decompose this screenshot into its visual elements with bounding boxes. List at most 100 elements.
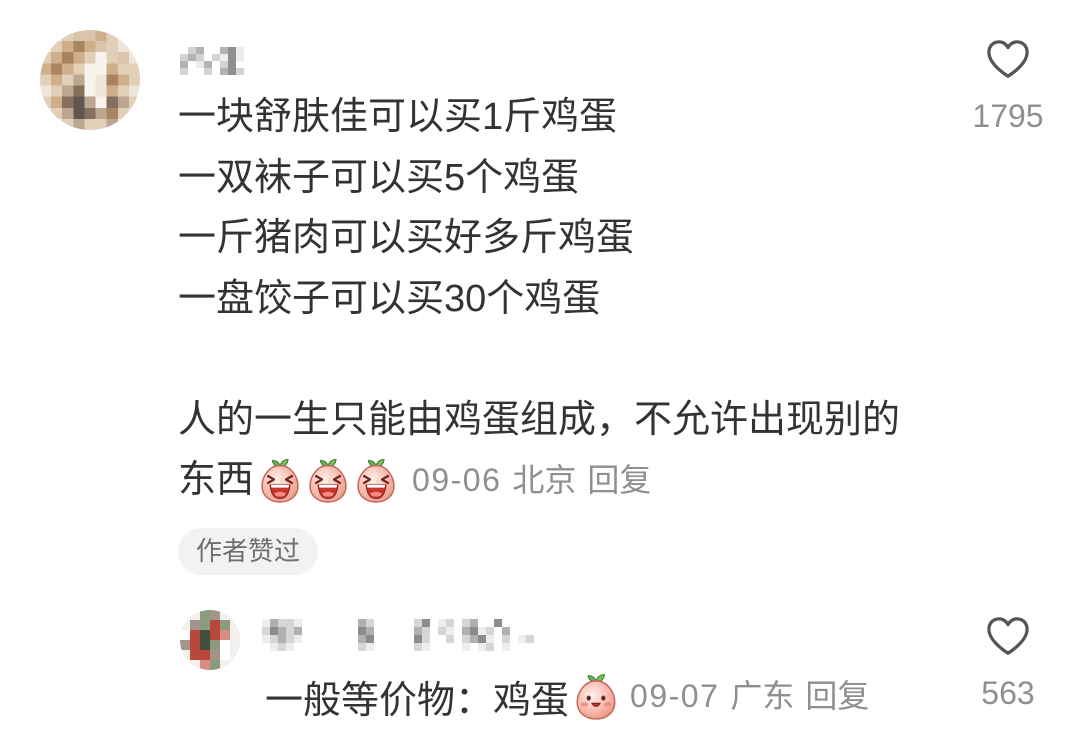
mosaic-pixel xyxy=(470,635,479,644)
mosaic-pixel xyxy=(210,660,221,670)
mosaic-pixel xyxy=(200,640,211,651)
mosaic-pixel xyxy=(128,63,140,75)
replier-username[interactable] xyxy=(262,619,534,651)
mosaic-pixel xyxy=(106,85,118,97)
reply-body[interactable]: 一般等价物：鸡蛋 09-07 广东 回复 xyxy=(265,666,869,726)
mosaic-pixel xyxy=(502,643,511,651)
mosaic-pixel xyxy=(73,96,85,108)
mosaic-pixel xyxy=(478,643,487,651)
comment-date: 09-06 xyxy=(412,462,502,499)
like-button[interactable]: 563 xyxy=(960,615,1056,711)
mosaic-pixel xyxy=(478,627,487,636)
mosaic-pixel xyxy=(106,52,118,64)
mosaic-pixel xyxy=(95,41,107,53)
mosaic-pixel xyxy=(486,635,495,644)
mosaic-pixel xyxy=(414,627,423,636)
mosaic-pixel xyxy=(236,68,244,75)
reply-button[interactable]: 回复 xyxy=(805,680,869,712)
mosaic-pixel xyxy=(128,52,140,64)
mosaic-pixel xyxy=(128,85,140,97)
mosaic-pixel xyxy=(40,118,52,130)
comment-location: 北京 xyxy=(512,462,577,499)
mosaic-pixel xyxy=(51,118,63,130)
mosaic-pixel xyxy=(62,74,74,86)
mosaic-pixel xyxy=(51,96,63,108)
mosaic-pixel xyxy=(73,30,85,42)
commenter-username[interactable] xyxy=(180,47,244,75)
mosaic-pixel xyxy=(73,85,85,97)
reply-date: 09-07 xyxy=(630,678,720,714)
mosaic-pixel xyxy=(117,41,130,53)
mosaic-pixel xyxy=(95,107,107,120)
mosaic-pixel xyxy=(200,630,211,641)
comment-last-line: 东西 09-06 北京 回复 xyxy=(178,450,958,511)
mosaic-pixel xyxy=(220,47,229,55)
mosaic-pixel xyxy=(210,650,221,661)
mosaic-pixel xyxy=(117,96,130,108)
mosaic-pixel xyxy=(462,627,471,636)
mosaic-pixel xyxy=(366,643,375,651)
mosaic-pixel xyxy=(220,660,231,670)
mosaic-pixel xyxy=(210,640,221,651)
like-button[interactable]: 1795 xyxy=(960,38,1056,134)
mosaic-pixel xyxy=(358,643,367,651)
mosaic-pixel xyxy=(366,619,375,628)
mosaic-pixel xyxy=(210,630,221,641)
mosaic-pixel xyxy=(422,643,431,651)
mosaic-pixel xyxy=(95,52,107,64)
reply-button[interactable]: 回复 xyxy=(587,464,651,496)
mosaic-pixel xyxy=(95,85,107,97)
mosaic-pixel xyxy=(270,627,279,636)
mosaic-pixel xyxy=(40,107,52,120)
mosaic-pixel xyxy=(190,620,201,631)
mosaic-pixel xyxy=(486,627,495,636)
mosaic-pixel xyxy=(180,620,191,631)
mosaic-pixel xyxy=(40,30,52,42)
mosaic-pixel xyxy=(180,660,191,670)
mosaic-pixel xyxy=(62,63,74,75)
mosaic-pixel xyxy=(358,635,367,644)
mosaic-pixel xyxy=(294,627,303,636)
mosaic-pixel xyxy=(84,52,96,64)
mosaic-pixel xyxy=(220,620,231,631)
mosaic-pixel xyxy=(106,118,118,130)
mosaic-pixel xyxy=(220,61,229,69)
mosaic-pixel xyxy=(73,107,85,120)
comment-body[interactable]: 一块舒肤佳可以买1斤鸡蛋 一双袜子可以买5个鸡蛋 一斤猪肉可以买好多斤鸡蛋 一盘… xyxy=(178,87,958,511)
mosaic-pixel xyxy=(366,635,375,644)
replier-avatar[interactable] xyxy=(180,610,240,670)
commenter-avatar[interactable] xyxy=(40,30,140,130)
mosaic-pixel xyxy=(128,96,140,108)
emoji-group xyxy=(254,457,398,503)
mosaic-pixel xyxy=(84,96,96,108)
mosaic-pixel xyxy=(486,643,495,651)
reply-text: 一般等价物：鸡蛋 xyxy=(265,679,570,722)
mosaic-pixel xyxy=(212,54,221,62)
mosaic-pixel xyxy=(62,41,74,53)
mosaic-pixel xyxy=(414,619,423,628)
mosaic-pixel xyxy=(84,30,96,42)
mosaic-pixel xyxy=(84,74,96,86)
mosaic-pixel xyxy=(117,52,130,64)
mosaic-pixel xyxy=(84,107,96,120)
mosaic-pixel xyxy=(40,96,52,108)
blurred-avatar-image xyxy=(40,30,140,130)
mosaic-pixel xyxy=(51,107,63,120)
mosaic-pixel xyxy=(366,627,375,636)
mosaic-pixel xyxy=(84,41,96,53)
mosaic-pixel xyxy=(270,635,279,644)
heart-icon xyxy=(985,615,1031,657)
mosaic-pixel xyxy=(106,63,118,75)
mosaic-pixel xyxy=(117,63,130,75)
mosaic-pixel xyxy=(230,650,240,661)
mosaic-pixel xyxy=(117,30,130,42)
mosaic-pixel xyxy=(51,74,63,86)
mosaic-pixel xyxy=(210,610,221,621)
mosaic-pixel xyxy=(95,30,107,42)
mosaic-pixel xyxy=(180,640,191,651)
mosaic-pixel xyxy=(190,660,201,670)
mosaic-pixel xyxy=(470,627,479,636)
mosaic-pixel xyxy=(230,610,240,621)
author-liked-badge: 作者赞过 xyxy=(178,528,318,575)
mosaic-pixel xyxy=(278,619,287,628)
